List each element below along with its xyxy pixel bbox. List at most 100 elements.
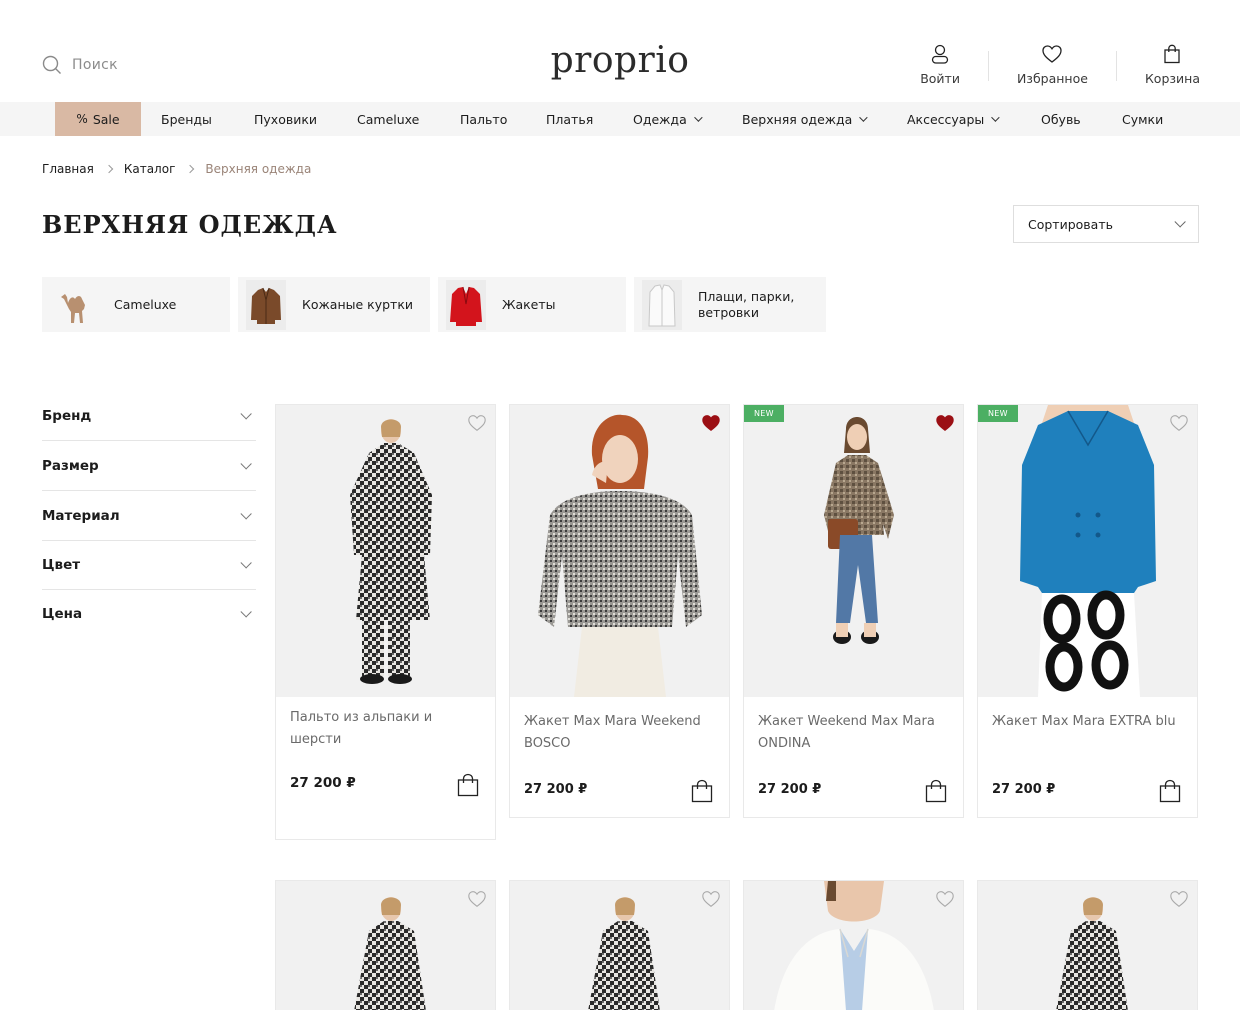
sort-label: Сортировать bbox=[1028, 216, 1113, 232]
nav-item-sale[interactable]: % Sale bbox=[55, 102, 141, 136]
search-input[interactable]: Поиск bbox=[42, 55, 118, 75]
new-badge: NEW bbox=[978, 405, 1018, 422]
product-card[interactable] bbox=[275, 880, 496, 1010]
product-card[interactable]: Пальто из альпаки и шерсти 27 200 ₽ bbox=[275, 404, 496, 840]
breadcrumb-home[interactable]: Главная bbox=[42, 162, 94, 176]
add-to-cart-icon[interactable] bbox=[691, 779, 713, 803]
main-nav: % Sale Бренды Пуховики Cameluxe Пальто П… bbox=[0, 102, 1240, 136]
product-name[interactable]: Жакет Weekend Max Mara ONDINA bbox=[744, 711, 963, 755]
product-image[interactable]: NEW bbox=[978, 405, 1197, 697]
nav-item-label: Сумки bbox=[1122, 111, 1164, 127]
heart-icon[interactable] bbox=[1169, 413, 1189, 433]
product-name-line1: Жакет Max Mara EXTRA blu bbox=[992, 714, 1176, 729]
product-card[interactable]: Жакет Max Mara Weekend BOSCO 27 200 ₽ bbox=[509, 404, 730, 818]
nav-item-label: Пальто bbox=[460, 111, 508, 127]
product-name-line1: Жакет Weekend Max Mara bbox=[758, 714, 935, 729]
heart-icon[interactable] bbox=[935, 413, 955, 433]
add-to-cart-icon[interactable] bbox=[457, 773, 479, 797]
product-name[interactable]: Пальто из альпаки и шерсти bbox=[276, 707, 495, 751]
product-price: 27 200 ₽ bbox=[290, 775, 356, 791]
heart-icon[interactable] bbox=[701, 413, 721, 433]
product-card[interactable]: NEW Жакет Max Mara EXTRA blu 27 200 ₽ bbox=[977, 404, 1198, 818]
chevron-down-icon bbox=[240, 457, 252, 470]
category-chip-raincoats[interactable]: Плащи, парки, ветровки bbox=[634, 277, 826, 332]
nav-item-shoes[interactable]: Обувь bbox=[1041, 102, 1081, 136]
cart-button[interactable]: Корзина bbox=[1117, 43, 1200, 86]
product-image[interactable]: NEW bbox=[744, 405, 963, 697]
category-chip-jackets[interactable]: Жакеты bbox=[438, 277, 626, 332]
product-name-line2: шерсти bbox=[290, 732, 342, 747]
product-image[interactable] bbox=[744, 881, 963, 1010]
nav-item-clothing[interactable]: Одежда bbox=[633, 102, 703, 136]
product-image[interactable] bbox=[978, 881, 1197, 1010]
chevron-down-icon bbox=[693, 113, 703, 122]
nav-item-bags[interactable]: Сумки bbox=[1122, 102, 1163, 136]
search-placeholder: Поиск bbox=[72, 57, 118, 73]
category-label: Плащи, парки, ветровки bbox=[698, 289, 794, 320]
product-name-line2: ONDINA bbox=[758, 736, 811, 751]
category-label: Жакеты bbox=[502, 296, 556, 312]
category-chip-leather[interactable]: Кожаные куртки bbox=[238, 277, 430, 332]
chevron-down-icon bbox=[240, 556, 252, 569]
site-header: Поиск proprio Войти Избранное Корзина bbox=[0, 0, 1240, 102]
filter-label: Цвет bbox=[42, 556, 81, 573]
sort-dropdown[interactable]: Сортировать bbox=[1013, 205, 1199, 243]
nav-item-label: Бренды bbox=[161, 111, 212, 127]
product-image[interactable] bbox=[510, 881, 729, 1010]
nav-item-label: Верхняя одежда bbox=[742, 111, 853, 127]
nav-item-brands[interactable]: Бренды bbox=[161, 102, 212, 136]
logo[interactable]: proprio bbox=[551, 40, 690, 81]
nav-item-label: Пуховики bbox=[254, 111, 318, 127]
filter-size[interactable]: Размер bbox=[42, 441, 256, 491]
nav-item-label: Аксессуары bbox=[907, 111, 985, 127]
chevron-down-icon bbox=[1174, 216, 1186, 228]
heart-icon[interactable] bbox=[701, 889, 721, 909]
favorites-button[interactable]: Избранное bbox=[989, 43, 1116, 86]
nav-item-cameluxe[interactable]: Cameluxe bbox=[357, 102, 419, 136]
heart-icon[interactable] bbox=[467, 889, 487, 909]
nav-item-label: Cameluxe bbox=[357, 111, 420, 127]
category-label: Кожаные куртки bbox=[302, 296, 413, 312]
nav-item-coats[interactable]: Пальто bbox=[460, 102, 507, 136]
filter-price[interactable]: Цена bbox=[42, 589, 256, 639]
filter-color[interactable]: Цвет bbox=[42, 540, 256, 590]
user-icon bbox=[931, 44, 949, 64]
product-image[interactable] bbox=[276, 405, 495, 697]
breadcrumb-current: Верхняя одежда bbox=[205, 162, 312, 176]
filter-brand[interactable]: Бренд bbox=[42, 391, 256, 441]
chevron-down-icon bbox=[991, 113, 1000, 122]
category-label-line1: Плащи, парки, bbox=[698, 288, 795, 304]
nav-item-accessories[interactable]: Аксессуары bbox=[907, 102, 1000, 136]
nav-item-label: Одежда bbox=[633, 111, 687, 127]
leather-jacket-thumb bbox=[244, 277, 288, 332]
product-card[interactable] bbox=[743, 880, 964, 1010]
new-badge: NEW bbox=[744, 405, 784, 422]
nav-item-puffers[interactable]: Пуховики bbox=[254, 102, 317, 136]
product-image[interactable] bbox=[510, 405, 729, 697]
filter-label: Материал bbox=[42, 507, 120, 524]
product-card[interactable] bbox=[977, 880, 1198, 1010]
category-label: Cameluxe bbox=[114, 296, 177, 312]
heart-icon[interactable] bbox=[467, 413, 487, 433]
breadcrumb-catalog[interactable]: Каталог bbox=[124, 162, 176, 176]
white-coat-thumb bbox=[640, 277, 684, 332]
product-card[interactable] bbox=[509, 880, 730, 1010]
category-chip-cameluxe[interactable]: Cameluxe bbox=[42, 277, 230, 332]
heart-icon[interactable] bbox=[1169, 889, 1189, 909]
chevron-down-icon bbox=[240, 507, 252, 520]
nav-item-dresses[interactable]: Платья bbox=[546, 102, 593, 136]
nav-item-outerwear[interactable]: Верхняя одежда bbox=[742, 102, 868, 136]
login-label: Войти bbox=[920, 71, 960, 86]
filter-label: Бренд bbox=[42, 407, 92, 424]
page-title: ВЕРХНЯЯ ОДЕЖДА bbox=[42, 210, 338, 239]
filter-label: Цена bbox=[42, 606, 83, 622]
product-name[interactable]: Жакет Max Mara EXTRA blu bbox=[978, 711, 1197, 733]
add-to-cart-icon[interactable] bbox=[1159, 779, 1181, 803]
heart-icon[interactable] bbox=[935, 889, 955, 909]
login-button[interactable]: Войти bbox=[920, 43, 988, 86]
filter-material[interactable]: Материал bbox=[42, 491, 256, 541]
product-name[interactable]: Жакет Max Mara Weekend BOSCO bbox=[510, 711, 729, 755]
product-card[interactable]: NEW Жакет Weekend Max Mara ONDINA 27 200… bbox=[743, 404, 964, 818]
add-to-cart-icon[interactable] bbox=[925, 779, 947, 803]
product-image[interactable] bbox=[276, 881, 495, 1010]
